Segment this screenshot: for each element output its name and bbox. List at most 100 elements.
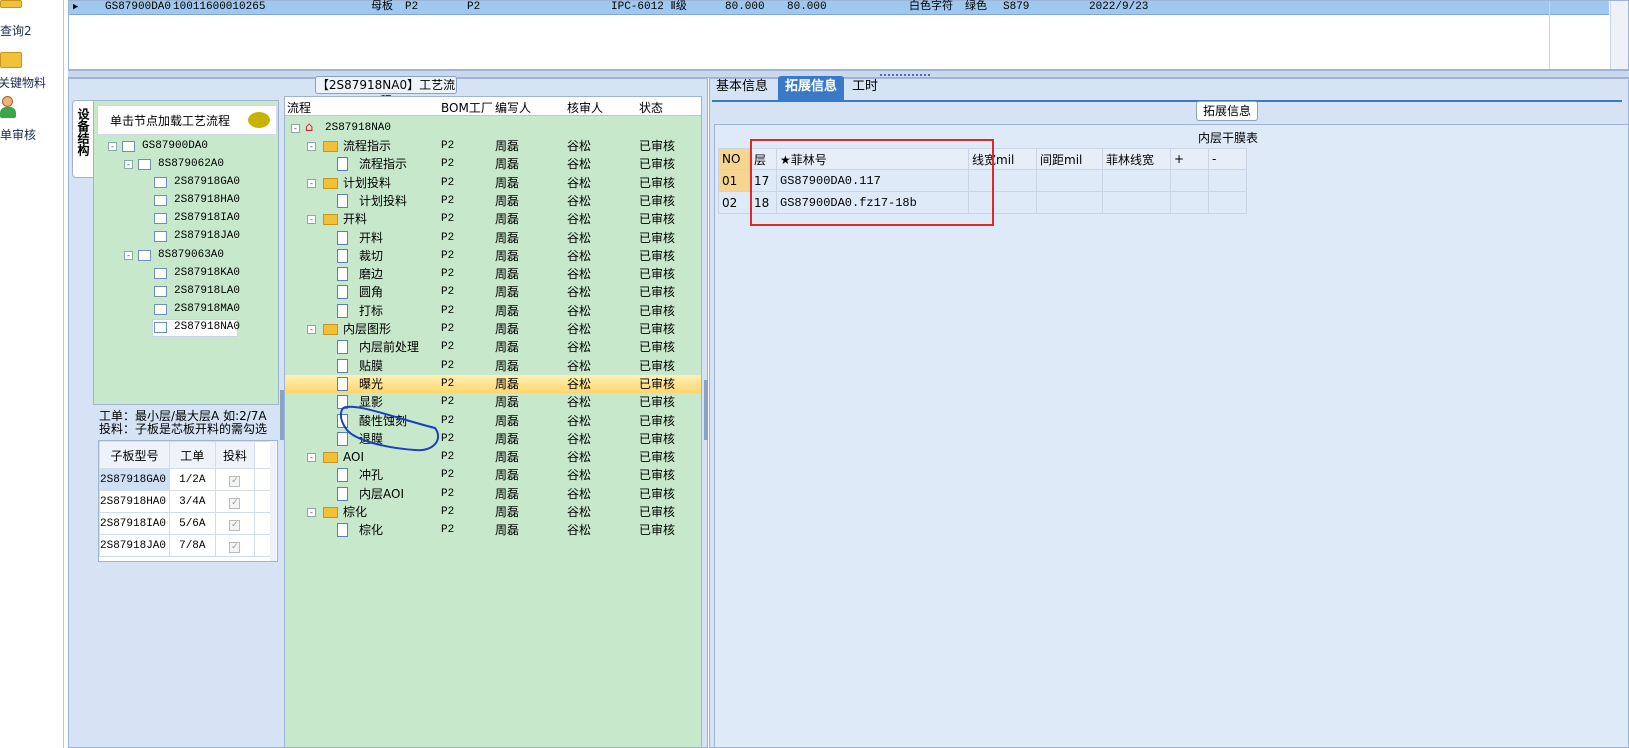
document-icon	[337, 340, 348, 355]
feed-checkbox[interactable]: ✓	[229, 498, 241, 509]
grid-cell: 2S87918JA0	[99, 534, 170, 557]
horizontal-splitter[interactable]	[68, 70, 1629, 78]
column-header[interactable]: 子板型号	[99, 441, 170, 469]
tree-node[interactable]: GS87900DA0	[142, 140, 208, 152]
process-step-row[interactable]: 裁切 P2 周磊 谷松 已审核	[285, 247, 701, 265]
column-header[interactable]: 菲林线宽	[1102, 148, 1171, 170]
grid-cell[interactable]	[1208, 169, 1247, 192]
grid-cell[interactable]	[1036, 191, 1103, 214]
collapse-icon[interactable]: -	[307, 325, 316, 334]
feed-checkbox[interactable]: ✓	[229, 476, 241, 487]
add-column-button[interactable]: +	[1170, 148, 1209, 170]
tree-node[interactable]: 8S879063A0	[158, 249, 224, 261]
process-step-row[interactable]: 计划投料 P2 周磊 谷松 已审核	[285, 192, 701, 210]
tree-node[interactable]: 2S87918MA0	[174, 303, 240, 315]
process-step-row[interactable]: 流程指示 P2 周磊 谷松 已审核	[285, 155, 701, 173]
folder-icon	[323, 141, 338, 152]
column-header[interactable]: 编写人	[495, 99, 531, 116]
process-bom: P2	[441, 140, 455, 152]
process-group-row[interactable]: - 计划投料 P2 周磊 谷松 已审核	[285, 174, 701, 192]
feed-checkbox[interactable]: ✓	[229, 520, 241, 531]
column-header[interactable]: 核审人	[567, 99, 603, 116]
tree-node[interactable]: 2S87918IA0	[174, 212, 240, 224]
panel-title: 【2S87918NA0】工艺流程	[315, 76, 457, 108]
table-row[interactable]: ▶ GS87900DA0 10011600010265 母板 P2 P2 IPC…	[69, 1, 1609, 15]
remove-column-button[interactable]: -	[1208, 148, 1247, 170]
process-step-row[interactable]: 磨边 P2 周磊 谷松 已审核	[285, 265, 701, 283]
tree-root-row[interactable]: - ⌂ 2S87918NA0	[285, 119, 701, 137]
tree-node[interactable]: 8S879062A0	[158, 158, 224, 170]
tree-node[interactable]: 2S87918HA0	[174, 194, 240, 206]
collapse-icon[interactable]: -	[291, 124, 300, 133]
vertical-scrollbar[interactable]	[270, 441, 276, 561]
process-step-row[interactable]: 冲孔 P2 周磊 谷松 已审核	[285, 466, 701, 484]
feed-checkbox[interactable]: ✓	[229, 542, 241, 553]
collapse-icon[interactable]: -	[307, 508, 316, 517]
node-icon	[138, 159, 151, 170]
node-icon	[154, 231, 167, 242]
collapse-icon[interactable]: -	[307, 453, 316, 463]
process-step-row[interactable]: 圆角 P2 周磊 谷松 已审核	[285, 283, 701, 301]
process-step-row[interactable]: 打标 P2 周磊 谷松 已审核	[285, 302, 701, 320]
column-header[interactable]: 流程	[287, 99, 311, 116]
table-row[interactable]: 2S87918GA0 1/2A ✓	[99, 468, 273, 491]
splitter-grip[interactable]	[704, 380, 708, 440]
collapse-icon[interactable]: -	[108, 142, 117, 151]
tree-node[interactable]: 2S87918KA0	[174, 267, 240, 279]
folder-icon	[323, 177, 338, 189]
grid-cell[interactable]	[1170, 191, 1209, 214]
grid-cell: P2	[405, 1, 419, 13]
column-header[interactable]: 状态	[639, 99, 663, 116]
collapse-icon[interactable]: -	[307, 142, 316, 151]
process-name: 打标	[359, 303, 384, 318]
tree-node[interactable]: 2S87918LA0	[174, 285, 240, 297]
process-step-row[interactable]: 开料 P2 周磊 谷松 已审核	[285, 229, 701, 247]
column-header[interactable]: NO	[718, 148, 751, 170]
grid-cell[interactable]	[1036, 169, 1103, 192]
process-status: 已审核	[639, 505, 676, 519]
process-group-row[interactable]: - 内层图形 P2 周磊 谷松 已审核	[285, 320, 701, 338]
grid-cell[interactable]	[1170, 169, 1209, 192]
grid-cell[interactable]	[1102, 191, 1171, 214]
tree-node[interactable]: 2S87918JA0	[174, 230, 240, 242]
folder-icon	[0, 52, 22, 68]
nav-item-query2[interactable]: 查询2	[0, 22, 64, 39]
process-name: 圆角	[359, 285, 384, 300]
process-bom: P2	[441, 377, 455, 390]
table-row[interactable]: 2S87918HA0 3/4A ✓	[99, 490, 273, 513]
nav-item-key-material[interactable]: 关键物料	[0, 74, 64, 91]
table-row[interactable]: 2S87918JA0 7/8A ✓	[99, 534, 273, 557]
grid-cell[interactable]	[1208, 191, 1247, 214]
column-header[interactable]: 工单	[168, 441, 216, 469]
grid-cell[interactable]	[1102, 169, 1171, 192]
column-header[interactable]: 间距mil	[1036, 148, 1103, 170]
collapse-icon[interactable]: -	[124, 160, 133, 169]
process-writer: 周磊	[495, 376, 520, 391]
process-step-row[interactable]: 曝光 P2 周磊 谷松 已审核	[285, 374, 701, 393]
process-group-row[interactable]: - 流程指示 P2 周磊 谷松 已审核	[285, 137, 701, 155]
tab-work-hours[interactable]: 工时	[852, 76, 878, 100]
process-group-row[interactable]: - 棕化 P2 周磊 谷松 已审核	[285, 503, 701, 521]
collapse-icon[interactable]: -	[307, 215, 316, 225]
column-header[interactable]: 投料	[214, 441, 256, 469]
document-icon	[337, 376, 348, 391]
process-step-row[interactable]: 内层前处理 P2 周磊 谷松 已审核	[285, 338, 701, 356]
process-status: 已审核	[639, 267, 676, 282]
process-bom: P2	[441, 158, 455, 171]
process-group-row[interactable]: - 开料 P2 周磊 谷松 已审核	[285, 210, 701, 228]
process-step-row[interactable]: 贴膜 P2 周磊 谷松 已审核	[285, 357, 701, 375]
collapse-icon[interactable]: -	[124, 251, 133, 260]
node-icon	[154, 304, 167, 315]
table-row[interactable]: 2S87918IA0 5/6A ✓	[99, 512, 273, 535]
tree-node-selected[interactable]: 2S87918NA0	[174, 321, 240, 333]
collapse-icon[interactable]: -	[307, 178, 316, 188]
process-step-row[interactable]: 棕化 P2 周磊 谷松 已审核	[285, 521, 701, 539]
tab-extended-info[interactable]: 拓展信息	[778, 76, 844, 100]
nav-item-review[interactable]: 单审核	[0, 126, 64, 143]
column-header[interactable]: BOM工厂	[441, 99, 493, 116]
process-name: 开料	[359, 230, 384, 245]
tab-basic-info[interactable]: 基本信息	[716, 76, 768, 100]
tree-node[interactable]: 2S87918GA0	[174, 176, 240, 188]
process-step-row[interactable]: 内层AOI P2 周磊 谷松 已审核	[285, 485, 701, 503]
vertical-scrollbar[interactable]	[1610, 1, 1628, 69]
